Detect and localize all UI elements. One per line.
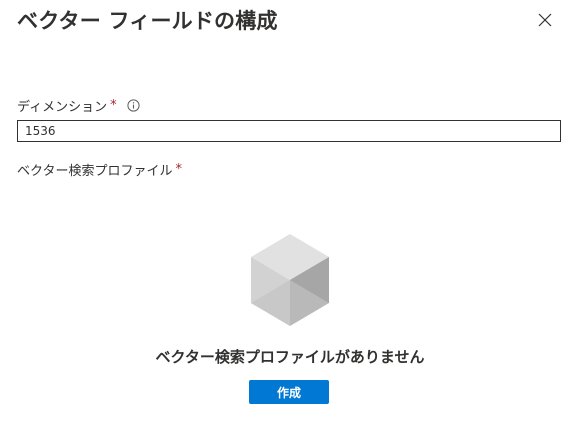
cube-icon [251, 234, 329, 326]
profile-label-row: ベクター検索プロファイル * [17, 160, 182, 179]
close-button[interactable] [535, 10, 555, 30]
close-icon [538, 13, 552, 27]
empty-state [0, 230, 580, 330]
required-mark: * [110, 98, 117, 113]
vector-field-config-panel: ベクター フィールドの構成 ディメンション * ベクター検索プロファイル * [0, 0, 580, 445]
empty-message: ベクター検索プロファイルがありません [155, 348, 425, 366]
dimensions-label-row: ディメンション * [17, 96, 140, 115]
dimensions-input[interactable] [17, 120, 561, 142]
profile-label: ベクター検索プロファイル [17, 164, 173, 179]
dimensions-label: ディメンション [17, 100, 108, 115]
panel-title: ベクター フィールドの構成 [17, 9, 278, 33]
info-icon[interactable] [126, 99, 140, 112]
required-mark: * [175, 162, 182, 177]
create-button[interactable]: 作成 [249, 380, 329, 404]
